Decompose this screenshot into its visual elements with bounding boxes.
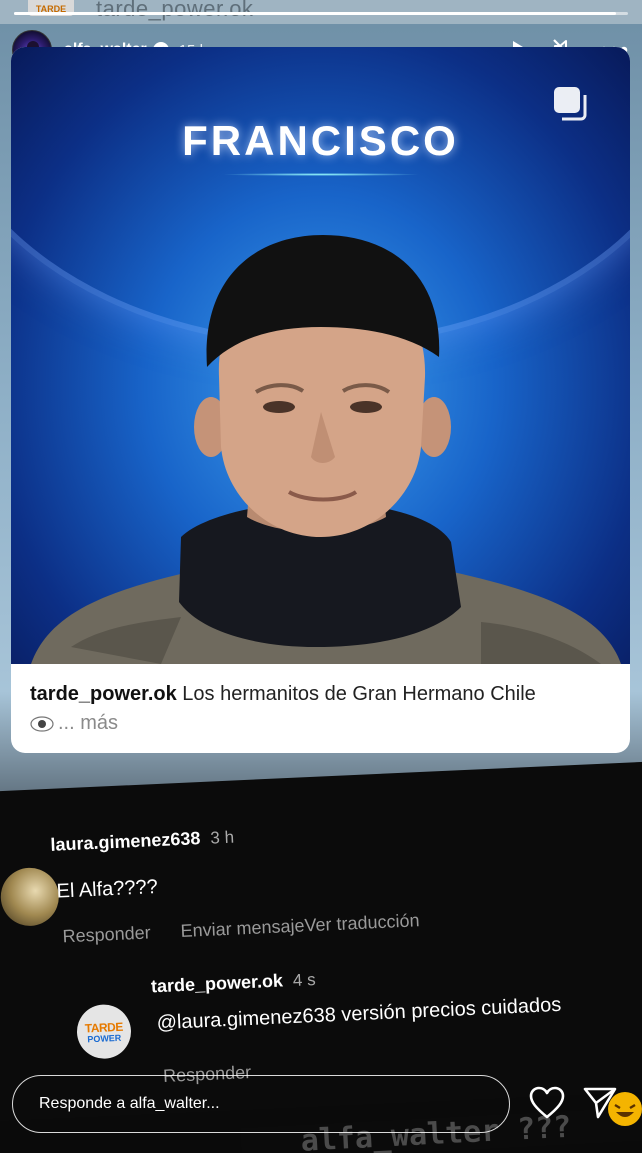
post-caption: tarde_power.ok Los hermanitos de Gran He…: [30, 680, 620, 708]
laughing-emoji-icon: [608, 1092, 642, 1126]
reply-input[interactable]: [39, 1095, 479, 1113]
send-message-link[interactable]: Enviar mensajeVer traducción: [180, 910, 420, 942]
comment-avatar: [0, 866, 61, 928]
caption-text: Los hermanitos de Gran Hermano Chile: [182, 683, 536, 705]
post-image: FRANCISCO: [11, 47, 630, 664]
more-link[interactable]: ... más: [58, 712, 118, 735]
story-progress-bar: [14, 12, 628, 15]
avatar-text-bottom: POWER: [87, 1032, 122, 1044]
comment-time: 3 h: [209, 827, 235, 848]
eye-emoji-icon: [30, 715, 54, 732]
send-message-label: Enviar mensaje: [180, 915, 305, 942]
comment-username[interactable]: laura.gimenez638: [50, 828, 201, 855]
translate-label: Ver traducción: [304, 910, 420, 936]
previous-post-username: tarde_power.ok: [96, 0, 254, 21]
reply-link[interactable]: Responder: [62, 922, 151, 947]
reply-header: tarde_power.ok 4 s: [151, 969, 317, 997]
comments-screenshot: laura.gimenez638 3 h El Alfa???? Responde…: [0, 759, 642, 1122]
caption-more[interactable]: ... más: [30, 712, 118, 735]
reply-avatar: TARDE POWER: [75, 1003, 133, 1060]
reply-text: @laura.gimenez638 versión precios cuidad…: [156, 993, 562, 1035]
reply-username[interactable]: tarde_power.ok: [151, 970, 284, 996]
heart-icon[interactable]: [528, 1084, 566, 1122]
comment-actions: Responder Enviar mensajeVer traducción: [62, 910, 420, 947]
contestant-portrait: [31, 235, 621, 664]
shared-post-card[interactable]: FRANCISCO tarde_power.ok Los hermanitos …: [11, 47, 630, 753]
caption-username[interactable]: tarde_power.ok: [30, 683, 177, 705]
reply-time: 4 s: [292, 969, 317, 990]
comment-text: El Alfa????: [56, 876, 159, 903]
story-progress-fill: [14, 12, 616, 15]
comment-header: laura.gimenez638 3 h: [50, 827, 234, 856]
reply-bar[interactable]: [12, 1075, 510, 1133]
